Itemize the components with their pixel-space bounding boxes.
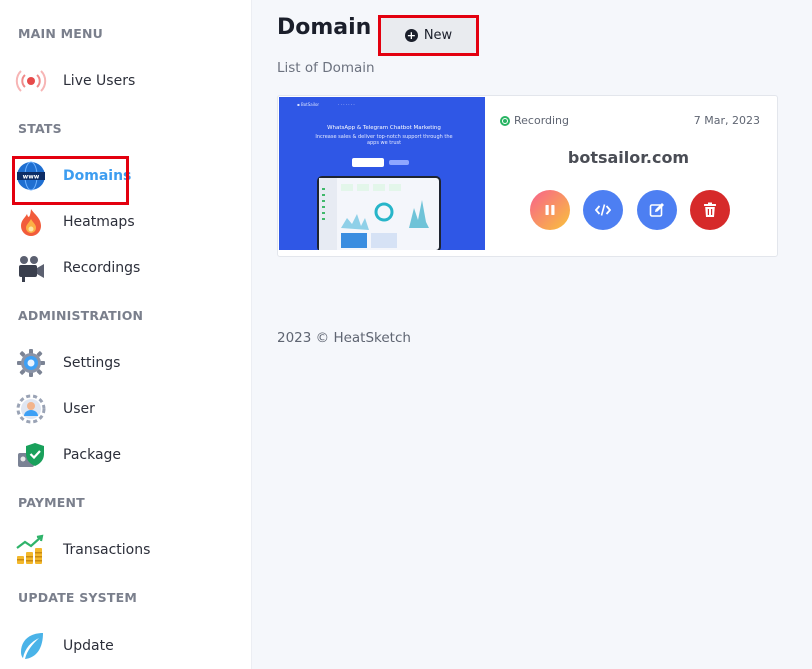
domains-highlight-box (12, 156, 129, 205)
gear-icon (14, 346, 48, 380)
site-thumbnail[interactable]: ▪ BotSailor · · · · · · · WhatsApp & Tel… (279, 97, 485, 250)
sidebar: MAIN MENU Live Users STATS www Domains H… (0, 0, 252, 669)
trash-icon (704, 202, 716, 217)
pause-button[interactable] (530, 190, 570, 230)
section-title-main-menu: MAIN MENU (18, 26, 103, 41)
delete-button[interactable] (690, 190, 730, 230)
thumbnail-navbar: ▪ BotSailor · · · · · · · (297, 102, 355, 107)
video-camera-icon (14, 251, 48, 285)
thumbnail-heading: WhatsApp & Telegram Chatbot Marketing (327, 125, 441, 131)
sidebar-item-recordings[interactable]: Recordings (14, 248, 234, 288)
recording-status: Recording (500, 114, 569, 127)
sidebar-item-package[interactable]: Package (14, 435, 234, 475)
sidebar-item-label: Transactions (63, 542, 151, 558)
footer-text: 2023 © HeatSketch (277, 330, 411, 346)
page-subtitle: List of Domain (277, 60, 375, 76)
sidebar-item-update[interactable]: Update (14, 626, 234, 666)
edit-button[interactable] (637, 190, 677, 230)
pause-icon (545, 205, 555, 215)
coins-chart-icon (14, 533, 48, 567)
leaf-icon (14, 629, 48, 663)
sidebar-item-user[interactable]: User (14, 389, 234, 429)
sidebar-item-settings[interactable]: Settings (14, 343, 234, 383)
embed-code-button[interactable] (583, 190, 623, 230)
section-title-stats: STATS (18, 121, 62, 136)
sidebar-item-label: Recordings (63, 260, 141, 276)
sidebar-item-label: Package (63, 447, 122, 463)
thumbnail-subheading: Increase sales & deliver top-notch suppo… (315, 134, 453, 146)
thumbnail-secondary-cta (389, 160, 409, 165)
sidebar-item-transactions[interactable]: Transactions (14, 530, 234, 570)
flame-icon (14, 205, 48, 239)
sidebar-item-label: Settings (63, 355, 121, 371)
sidebar-item-label: User (63, 401, 95, 417)
section-title-administration: ADMINISTRATION (18, 308, 144, 323)
sidebar-item-label: Heatmaps (63, 214, 135, 230)
thumbnail-dashboard-mockup (317, 176, 441, 250)
recording-status-label: Recording (514, 114, 570, 127)
section-title-update-system: UPDATE SYSTEM (18, 590, 137, 605)
sidebar-item-live-users[interactable]: Live Users (14, 61, 234, 101)
domain-date: 7 Mar, 2023 (693, 114, 760, 127)
shield-check-icon (14, 438, 48, 472)
sidebar-item-label: Live Users (63, 73, 136, 89)
user-gear-icon (14, 392, 48, 426)
broadcast-icon (14, 64, 48, 98)
thumbnail-cta (352, 158, 384, 167)
page-title: Domain (277, 15, 372, 40)
sidebar-item-label: Update (63, 638, 114, 654)
domain-card: ▪ BotSailor · · · · · · · WhatsApp & Tel… (277, 95, 778, 257)
new-button-highlight-box (378, 15, 479, 56)
domain-name: botsailor.com (567, 148, 690, 167)
section-title-payment: PAYMENT (18, 495, 85, 510)
recording-status-icon (500, 115, 510, 126)
edit-icon (649, 203, 664, 217)
code-icon (595, 204, 611, 216)
sidebar-item-heatmaps[interactable]: Heatmaps (14, 202, 234, 242)
